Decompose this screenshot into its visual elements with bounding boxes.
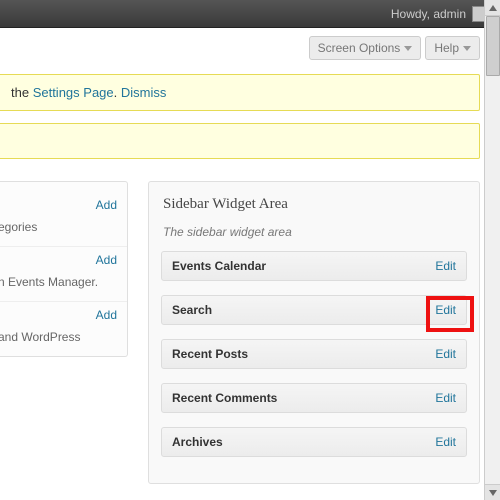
- edit-link[interactable]: Edit: [435, 303, 456, 317]
- available-widgets-panel: Add egories Add n Events Manager. Add an…: [0, 181, 128, 357]
- widget-item: Add egories: [0, 182, 127, 246]
- screen-options-label: Screen Options: [318, 41, 401, 55]
- widget-desc: n Events Manager.: [0, 273, 127, 301]
- widget-name: Search: [172, 303, 212, 317]
- widget-add-row: Add: [0, 192, 127, 218]
- settings-page-link[interactable]: Settings Page: [33, 85, 114, 100]
- admin-notice-secondary: [0, 123, 480, 159]
- widget-area-desc: The sidebar widget area: [161, 221, 467, 251]
- widget-add-row: Add: [0, 302, 127, 328]
- widget-name: Events Calendar: [172, 259, 266, 273]
- edit-link[interactable]: Edit: [435, 391, 456, 405]
- scroll-down-button[interactable]: [485, 484, 500, 500]
- help-button[interactable]: Help: [425, 36, 480, 60]
- add-link[interactable]: Add: [96, 253, 117, 267]
- widget-desc: egories: [0, 218, 127, 246]
- chevron-down-icon: [404, 46, 412, 51]
- content: Screen Options Help the Settings Page. D…: [0, 28, 500, 500]
- screen-meta-links: Screen Options Help: [0, 36, 500, 60]
- widget-recent-posts[interactable]: Recent Posts Edit: [161, 339, 467, 369]
- widget-area-title: Sidebar Widget Area: [161, 192, 467, 221]
- notice-sep: .: [114, 85, 121, 100]
- sidebar-widget-area-column: Sidebar Widget Area The sidebar widget a…: [148, 181, 480, 484]
- edit-link[interactable]: Edit: [435, 347, 456, 361]
- notice-prefix: the: [11, 85, 33, 100]
- scroll-thumb[interactable]: [486, 16, 500, 76]
- widget-name: Recent Posts: [172, 347, 248, 361]
- help-label: Help: [434, 41, 459, 55]
- widget-events-calendar[interactable]: Events Calendar Edit: [161, 251, 467, 281]
- edit-link[interactable]: Edit: [435, 259, 456, 273]
- widget-name: Recent Comments: [172, 391, 277, 405]
- add-link[interactable]: Add: [96, 308, 117, 322]
- triangle-up-icon: [489, 5, 497, 11]
- widget-search[interactable]: Search Edit: [161, 295, 467, 325]
- screen-options-button[interactable]: Screen Options: [309, 36, 422, 60]
- widget-archives[interactable]: Archives Edit: [161, 427, 467, 457]
- triangle-down-icon: [489, 490, 497, 496]
- widget-columns: Add egories Add n Events Manager. Add an…: [0, 171, 500, 484]
- chevron-down-icon: [463, 46, 471, 51]
- howdy-text[interactable]: Howdy, admin: [391, 7, 466, 21]
- admin-toolbar: Howdy, admin: [0, 0, 500, 28]
- widget-recent-comments[interactable]: Recent Comments Edit: [161, 383, 467, 413]
- widget-name: Archives: [172, 435, 223, 449]
- scroll-up-button[interactable]: [485, 0, 500, 16]
- vertical-scrollbar[interactable]: [484, 0, 500, 500]
- widget-desc: and WordPress: [0, 328, 127, 356]
- widget-add-row: Add: [0, 247, 127, 273]
- edit-link[interactable]: Edit: [435, 435, 456, 449]
- widget-item: Add n Events Manager.: [0, 246, 127, 301]
- dismiss-link[interactable]: Dismiss: [121, 85, 167, 100]
- sidebar-widget-area: Sidebar Widget Area The sidebar widget a…: [148, 181, 480, 484]
- add-link[interactable]: Add: [96, 198, 117, 212]
- admin-notice: the Settings Page. Dismiss: [0, 74, 480, 111]
- widget-item: Add and WordPress: [0, 301, 127, 356]
- available-widgets-column: Add egories Add n Events Manager. Add an…: [0, 181, 128, 357]
